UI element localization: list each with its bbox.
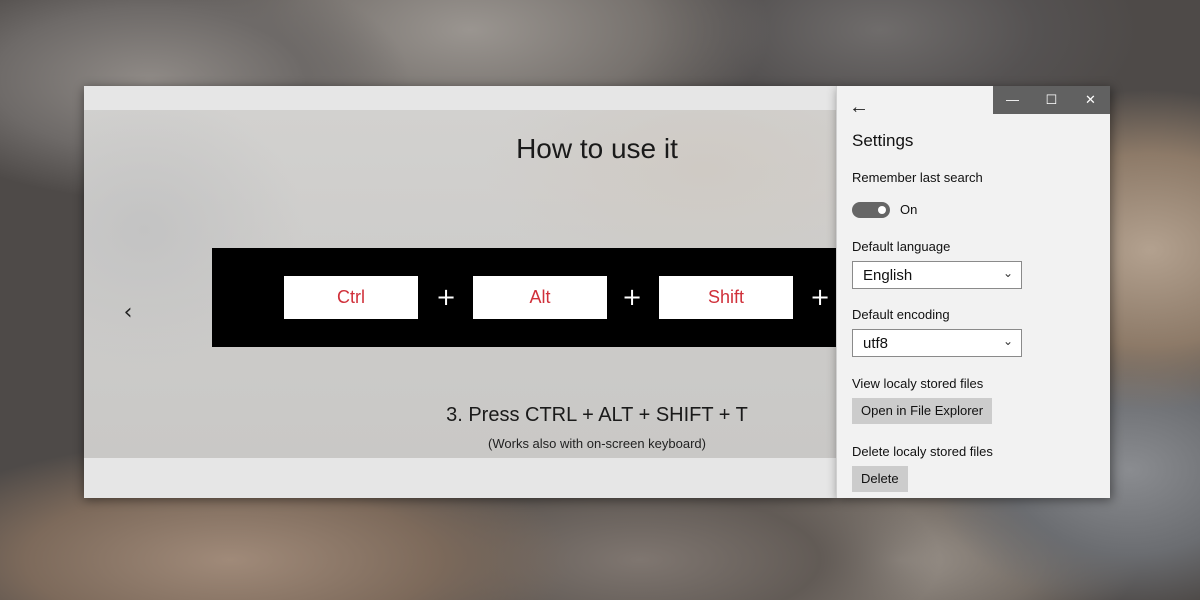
view-files-label: View localy stored files bbox=[852, 376, 984, 391]
key-strip: Ctrl + Alt + Shift + bbox=[212, 248, 836, 347]
chevron-left-icon[interactable]: ‹ bbox=[118, 301, 138, 325]
settings-heading: Settings bbox=[852, 131, 914, 150]
maximize-icon[interactable]: ☐ bbox=[1032, 86, 1071, 114]
step-note: (Works also with on-screen keyboard) bbox=[488, 436, 706, 451]
language-select[interactable]: English ⌄ bbox=[852, 261, 1022, 289]
plus-sign: + bbox=[809, 283, 831, 311]
language-select-value: English bbox=[863, 267, 913, 284]
close-icon[interactable]: ✕ bbox=[1071, 86, 1110, 114]
tutorial-content: How to use it ‹ Ctrl + Alt + Shift + 3. … bbox=[84, 110, 836, 458]
app-window: How to use it ‹ Ctrl + Alt + Shift + 3. … bbox=[84, 86, 836, 498]
default-encoding-label: Default encoding bbox=[852, 307, 950, 322]
encoding-select[interactable]: utf8 ⌄ bbox=[852, 329, 1022, 357]
delete-button[interactable]: Delete bbox=[852, 466, 908, 492]
remember-search-label: Remember last search bbox=[852, 170, 983, 185]
chevron-down-icon: ⌄ bbox=[1002, 334, 1013, 348]
bottom-bar bbox=[84, 458, 836, 498]
app-titlebar[interactable] bbox=[84, 86, 836, 110]
plus-sign: + bbox=[435, 283, 457, 311]
settings-panel: — ☐ ✕ ← Settings Remember last search On… bbox=[836, 86, 1110, 498]
remember-search-toggle[interactable] bbox=[852, 202, 890, 218]
window-controls: — ☐ ✕ bbox=[993, 86, 1110, 114]
back-arrow-icon[interactable]: ← bbox=[849, 96, 873, 118]
default-language-label: Default language bbox=[852, 239, 951, 254]
step-instruction: 3. Press CTRL + ALT + SHIFT + T bbox=[446, 404, 748, 426]
toggle-state-label: On bbox=[900, 202, 918, 217]
open-file-explorer-button[interactable]: Open in File Explorer bbox=[852, 398, 993, 424]
minimize-icon[interactable]: — bbox=[993, 86, 1032, 114]
encoding-select-value: utf8 bbox=[863, 335, 889, 352]
key-shift: Shift bbox=[659, 276, 793, 319]
delete-files-label: Delete localy stored files bbox=[852, 444, 993, 459]
key-ctrl: Ctrl bbox=[284, 276, 418, 319]
plus-sign: + bbox=[621, 283, 643, 311]
key-alt: Alt bbox=[473, 276, 607, 319]
page-title: How to use it bbox=[516, 133, 678, 164]
toggle-knob bbox=[878, 206, 886, 214]
chevron-down-icon: ⌄ bbox=[1002, 266, 1013, 280]
